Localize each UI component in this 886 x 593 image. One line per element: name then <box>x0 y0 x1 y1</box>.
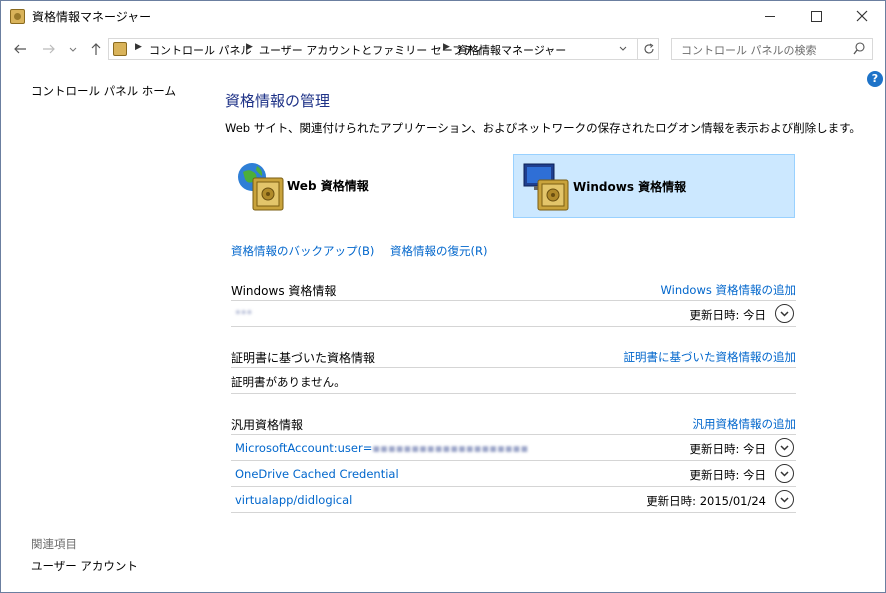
breadcrumb-control-panel[interactable]: コントロール パネル <box>149 42 252 58</box>
credential-row[interactable]: virtualapp/didlogical 更新日時: 2015/01/24 <box>231 487 796 513</box>
credential-row[interactable]: MicrosoftAccount:user=▪▪▪▪▪▪▪▪▪▪▪▪▪▪▪▪▪▪… <box>231 435 796 461</box>
section-title: 証明書に基づいた資格情報 <box>231 351 376 365</box>
section-title: 汎用資格情報 <box>231 418 304 432</box>
expand-button[interactable] <box>775 464 794 483</box>
address-history-button[interactable] <box>619 41 627 58</box>
section-title: Windows 資格情報 <box>231 284 337 298</box>
breadcrumb-separator-icon[interactable]: ▶ <box>246 42 253 52</box>
control-panel-icon <box>113 42 127 56</box>
search-box[interactable]: コントロール パネルの検索 <box>671 38 873 60</box>
page-description: Web サイト、関連付けられたアプリケーション、およびネットワークの保存されたロ… <box>225 121 861 135</box>
empty-row: 証明書がありません。 <box>231 368 796 394</box>
web-credentials-label: Web 資格情報 <box>287 179 369 193</box>
credential-modified-date: 更新日時: 今日 <box>689 468 766 482</box>
chevron-down-icon <box>780 444 789 451</box>
certificate-credentials-section: 証明書に基づいた資格情報 証明書に基づいた資格情報の追加 証明書がありません。 <box>231 346 796 394</box>
vault-icon <box>10 9 25 24</box>
title-bar: 資格情報マネージャー <box>1 1 885 31</box>
user-accounts-link[interactable]: ユーザー アカウント <box>31 558 138 574</box>
maximize-button[interactable] <box>793 1 839 31</box>
windows-credentials-section: Windows 資格情報 Windows 資格情報の追加 *** 更新日時: 今… <box>231 279 796 327</box>
generic-credentials-section: 汎用資格情報 汎用資格情報の追加 MicrosoftAccount:user=▪… <box>231 413 796 513</box>
add-windows-credential-link[interactable]: Windows 資格情報の追加 <box>661 282 797 298</box>
credential-name: MicrosoftAccount:user=▪▪▪▪▪▪▪▪▪▪▪▪▪▪▪▪▪▪… <box>235 441 528 455</box>
window-title: 資格情報マネージャー <box>32 10 152 24</box>
breadcrumb-separator-icon[interactable]: ▶ <box>443 42 450 52</box>
navigation-bar: ▶ コントロール パネル ▶ ユーザー アカウントとファミリー セーフティ ▶ … <box>1 36 885 62</box>
credential-row[interactable]: OneDrive Cached Credential 更新日時: 今日 <box>231 461 796 487</box>
search-icon[interactable] <box>853 42 865 56</box>
empty-message: 証明書がありません。 <box>231 375 346 389</box>
up-button[interactable] <box>86 40 106 58</box>
chevron-down-icon <box>780 496 789 503</box>
close-button[interactable] <box>839 1 885 31</box>
up-arrow-icon <box>91 43 101 55</box>
breadcrumb-credential-manager[interactable]: 資格情報マネージャー <box>457 42 566 58</box>
windows-credentials-label: Windows 資格情報 <box>573 180 687 194</box>
address-bar[interactable]: ▶ コントロール パネル ▶ ユーザー アカウントとファミリー セーフティ ▶ … <box>108 38 659 60</box>
credential-modified-date: 更新日時: 今日 <box>689 442 766 456</box>
credential-name: *** <box>235 307 253 321</box>
breadcrumb-separator-icon[interactable]: ▶ <box>135 42 142 52</box>
expand-button[interactable] <box>775 490 794 509</box>
web-credentials-tile[interactable]: Web 資格情報 <box>231 154 501 218</box>
breadcrumb-user-accounts[interactable]: ユーザー アカウントとファミリー セーフティ <box>259 42 484 58</box>
chevron-down-icon <box>780 470 789 477</box>
related-heading: 関連項目 <box>31 537 77 551</box>
minimize-icon <box>765 15 775 17</box>
help-icon[interactable]: ? <box>867 71 883 87</box>
expand-button[interactable] <box>775 438 794 457</box>
chevron-down-icon <box>619 46 627 51</box>
add-certificate-credential-link[interactable]: 証明書に基づいた資格情報の追加 <box>624 349 797 365</box>
windows-credentials-tile[interactable]: Windows 資格情報 <box>513 154 795 218</box>
expand-button[interactable] <box>775 304 794 323</box>
credential-modified-date: 更新日時: 2015/01/24 <box>646 494 766 508</box>
chevron-down-icon <box>780 310 789 317</box>
maximize-icon <box>810 10 822 22</box>
section-header: 証明書に基づいた資格情報 証明書に基づいた資格情報の追加 <box>231 346 796 368</box>
monitor-vault-icon <box>523 163 569 211</box>
credential-row[interactable]: *** 更新日時: 今日 <box>231 301 796 327</box>
forward-arrow-icon <box>43 44 55 54</box>
minimize-button[interactable] <box>747 1 793 31</box>
credential-name: OneDrive Cached Credential <box>235 467 399 481</box>
close-icon <box>856 10 868 22</box>
action-links: 資格情報のバックアップ(B) 資格情報の復元(R) <box>231 243 500 259</box>
back-arrow-icon <box>14 44 26 54</box>
globe-vault-icon <box>238 163 284 211</box>
credential-manager-window: 資格情報マネージャー ▶ コントロール パネル ▶ ユーザー アカウントとファミ… <box>0 0 886 593</box>
section-header: Windows 資格情報 Windows 資格情報の追加 <box>231 279 796 301</box>
credential-name-prefix: MicrosoftAccount:user= <box>235 441 373 455</box>
restore-credentials-link[interactable]: 資格情報の復元(R) <box>390 244 487 258</box>
add-generic-credential-link[interactable]: 汎用資格情報の追加 <box>693 416 797 432</box>
credential-name: virtualapp/didlogical <box>235 493 353 507</box>
control-panel-home-link[interactable]: コントロール パネル ホーム <box>31 83 176 99</box>
page-title: 資格情報の管理 <box>225 92 331 110</box>
credential-modified-date: 更新日時: 今日 <box>689 308 766 322</box>
refresh-icon <box>643 43 654 54</box>
section-header: 汎用資格情報 汎用資格情報の追加 <box>231 413 796 435</box>
chevron-down-icon <box>69 47 77 52</box>
forward-button[interactable] <box>39 40 59 58</box>
refresh-button[interactable] <box>637 39 659 59</box>
backup-credentials-link[interactable]: 資格情報のバックアップ(B) <box>231 244 374 258</box>
credential-name-redacted: ▪▪▪▪▪▪▪▪▪▪▪▪▪▪▪▪▪▪▪▪ <box>372 441 529 455</box>
back-button[interactable] <box>10 40 30 58</box>
recent-locations-button[interactable] <box>63 40 83 58</box>
search-placeholder: コントロール パネルの検索 <box>681 44 817 57</box>
